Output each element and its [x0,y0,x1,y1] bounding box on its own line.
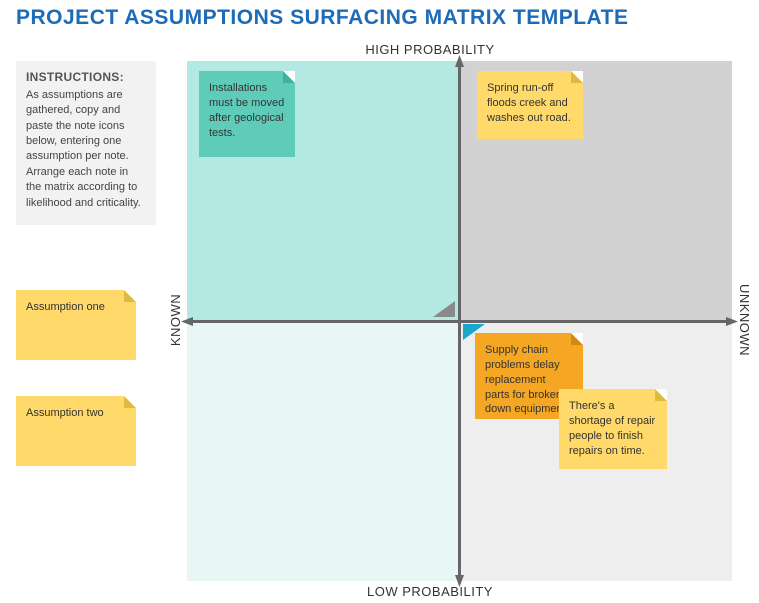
instructions-heading: INSTRUCTIONS: [26,69,146,86]
note-installations[interactable]: Installations must be moved after geolog… [199,71,295,157]
palette-note-1[interactable]: Assumption one [16,290,136,360]
quadrant-known-low[interactable] [187,321,460,581]
palette-note-2[interactable]: Assumption two [16,396,136,466]
palette-note-2-text: Assumption two [26,407,104,419]
note-repair-shortage[interactable]: There's a shortage of repair people to f… [559,389,667,469]
instructions-panel: INSTRUCTIONS: As assumptions are gathere… [16,61,156,225]
note-spring-runoff-text: Spring run-off floods creek and washes o… [487,82,571,124]
instructions-body: As assumptions are gathered, copy and pa… [26,88,146,211]
center-triangle-gray-icon [433,301,455,317]
note-repair-shortage-text: There's a shortage of repair people to f… [569,400,655,457]
palette-note-1-text: Assumption one [26,301,105,313]
matrix-grid[interactable]: Installations must be moved after geolog… [187,61,732,581]
horizontal-axis-arrow-icon [181,317,738,326]
axis-label-unknown: UNKNOWN [737,284,752,356]
note-spring-runoff[interactable]: Spring run-off floods creek and washes o… [477,71,583,139]
note-installations-text: Installations must be moved after geolog… [209,82,284,139]
page-title: PROJECT ASSUMPTIONS SURFACING MATRIX TEM… [0,0,759,30]
axis-label-low-probability: LOW PROBABILITY [367,584,493,599]
axis-label-high-probability: HIGH PROBABILITY [365,42,494,57]
note-supply-chain-text: Supply chain problems delay replacement … [485,344,569,415]
